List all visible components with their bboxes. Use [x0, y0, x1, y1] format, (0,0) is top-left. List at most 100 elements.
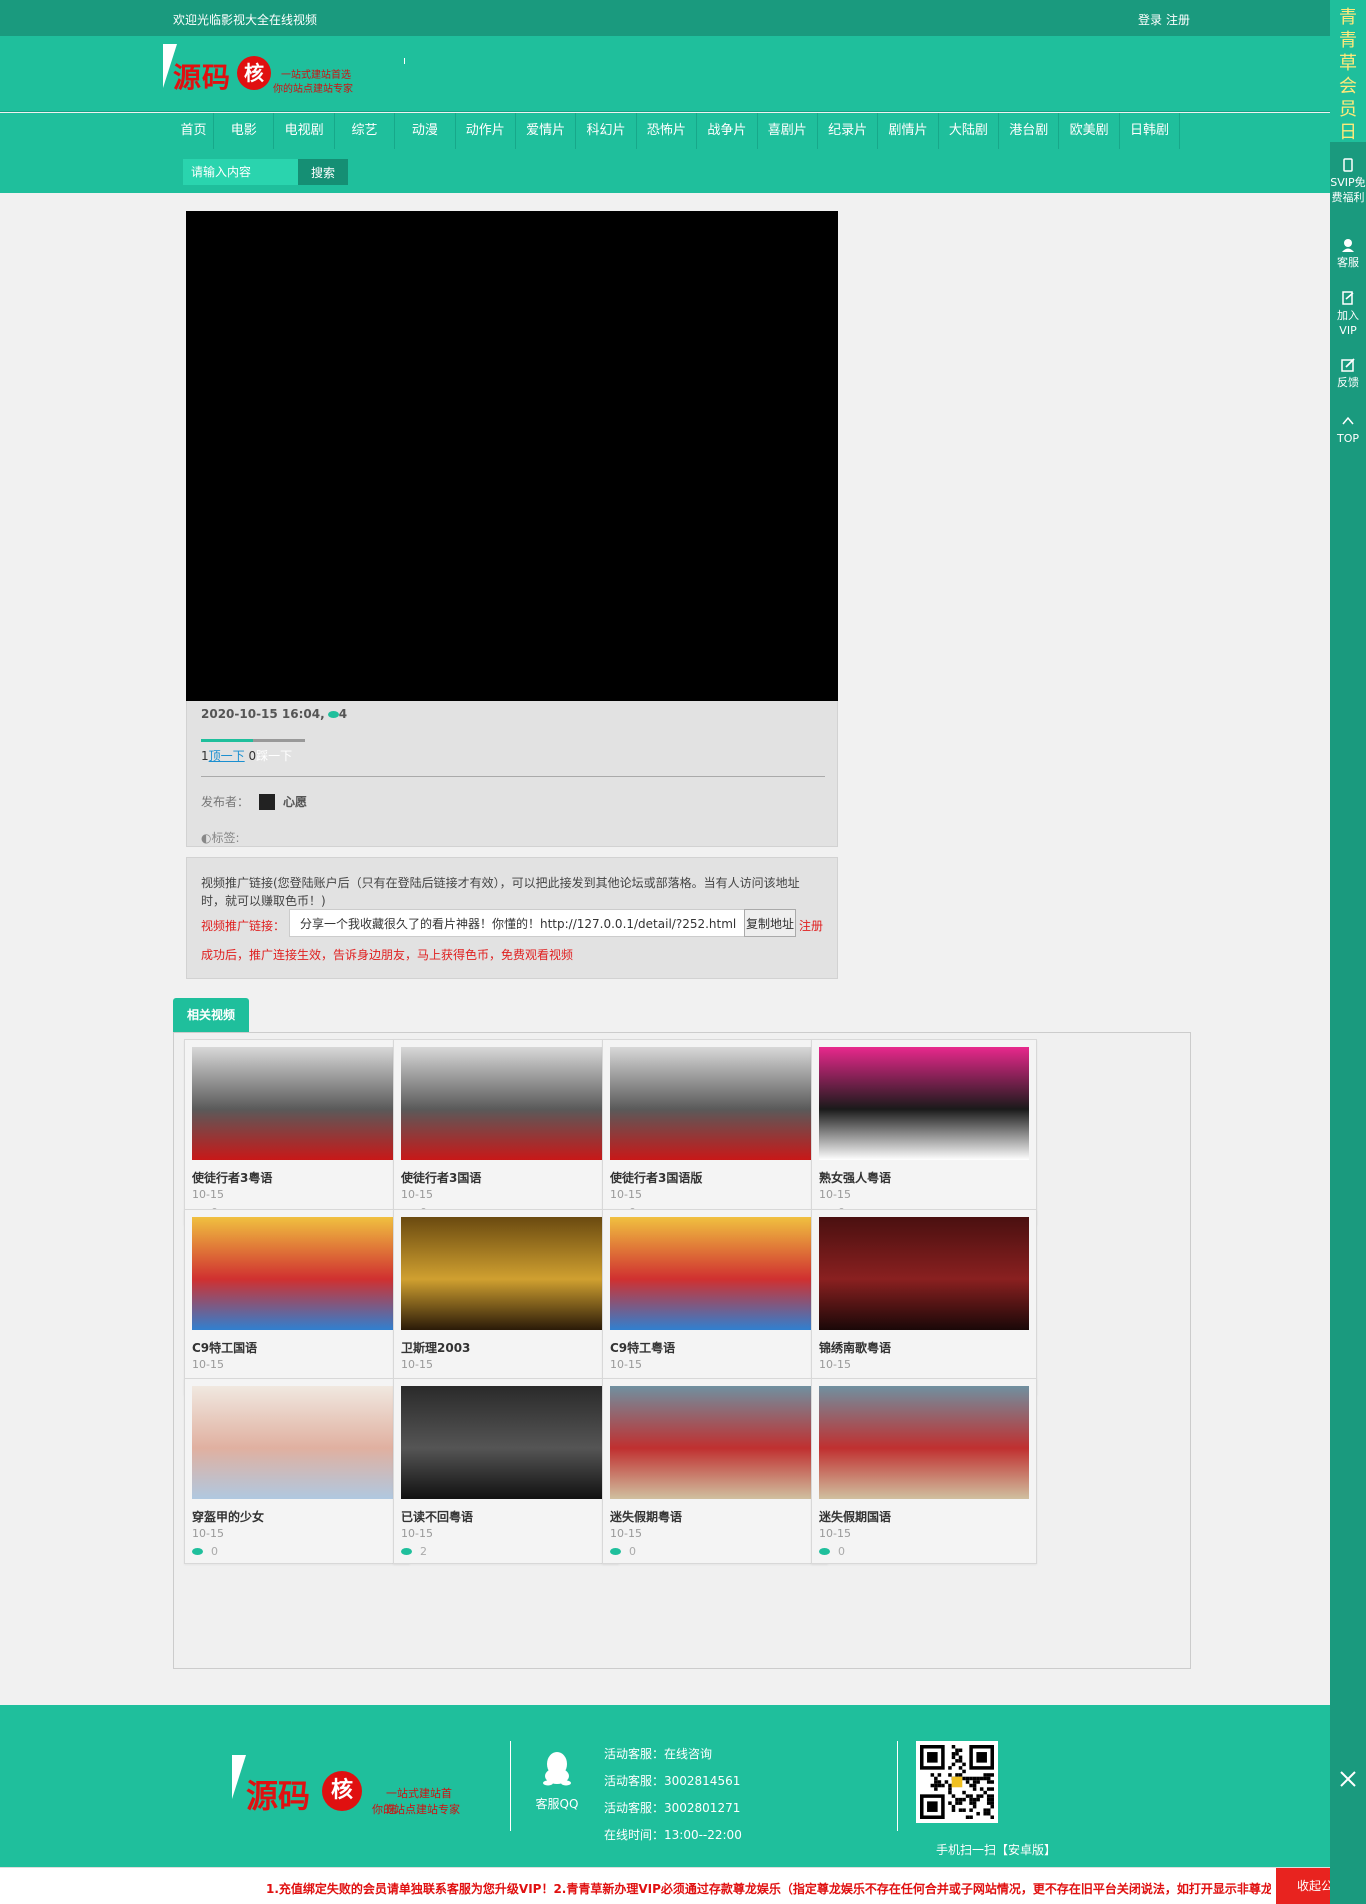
- video-date: 10-15: [819, 1188, 851, 1201]
- sidebar-item-service[interactable]: 客服: [1330, 238, 1366, 270]
- video-thumbnail[interactable]: [401, 1217, 611, 1330]
- video-thumbnail[interactable]: [192, 1047, 402, 1160]
- down-vote-link[interactable]: 踩一下: [256, 749, 292, 763]
- video-card[interactable]: 熟女强人粤语10-150: [811, 1039, 1037, 1225]
- up-count: 1: [201, 749, 209, 763]
- video-thumbnail[interactable]: [192, 1217, 402, 1330]
- nav-item-action[interactable]: 动作片: [456, 113, 516, 149]
- video-card[interactable]: 使徒行者3国语10-150: [393, 1039, 619, 1225]
- video-card[interactable]: C9特工粤语10-150: [602, 1209, 828, 1395]
- video-card[interactable]: 穿盔甲的少女 10-15 0: [184, 1378, 410, 1564]
- nav-item-documentary[interactable]: 纪录片: [818, 113, 879, 149]
- video-date: 10-15: [819, 1358, 851, 1371]
- video-thumbnail[interactable]: [401, 1047, 611, 1160]
- notice-text: 1.充值绑定失败的会员请单独联系客服为您升级VIP！2.青青草新办理VIP必须通…: [266, 1882, 1271, 1896]
- video-thumbnail[interactable]: [192, 1386, 402, 1499]
- promo-register-link[interactable]: 注册: [799, 917, 823, 934]
- video-card[interactable]: 使徒行者3粤语10-150: [184, 1039, 410, 1225]
- views-count: 0: [211, 1545, 218, 1558]
- sidebar-item-feedback[interactable]: 反馈: [1330, 358, 1366, 390]
- video-thumbnail[interactable]: [610, 1386, 820, 1499]
- nav-item-jpkr[interactable]: 日韩剧: [1120, 113, 1181, 149]
- nav-item-horror[interactable]: 恐怖片: [637, 113, 698, 149]
- nav-item-scifi[interactable]: 科幻片: [576, 113, 637, 149]
- search-button[interactable]: 搜索: [298, 159, 348, 185]
- sidebar-item-label: SVIP免费福利: [1330, 176, 1366, 204]
- nav-item-hktw[interactable]: 港台剧: [999, 113, 1060, 149]
- video-date: 10-15: [192, 1527, 224, 1540]
- close-icon[interactable]: [1334, 1765, 1362, 1793]
- feedback-icon: [1341, 358, 1355, 372]
- sidebar-item-svip[interactable]: SVIP免费福利: [1330, 158, 1366, 205]
- nav-item-romance[interactable]: 爱情片: [516, 113, 577, 149]
- video-title[interactable]: 迷失假期国语: [819, 1508, 891, 1525]
- video-title[interactable]: 卫斯理2003: [401, 1339, 470, 1356]
- eye-icon: [192, 1548, 203, 1555]
- video-card[interactable]: 迷失假期国语 10-15 0: [811, 1378, 1037, 1564]
- publisher-name[interactable]: 心愿: [283, 793, 307, 810]
- up-vote-link[interactable]: 顶一下: [209, 749, 245, 763]
- member-day-banner[interactable]: 青 青 草 会 员 日: [1330, 0, 1366, 143]
- eye-icon: [819, 1548, 830, 1555]
- nav-item-tv[interactable]: 电视剧: [274, 113, 335, 149]
- nav-item-war[interactable]: 战争片: [697, 113, 758, 149]
- related-videos-tab[interactable]: 相关视频: [173, 998, 249, 1032]
- video-date: 2020-10-15 16:04,: [201, 707, 325, 721]
- video-thumbnail[interactable]: [610, 1217, 820, 1330]
- vote-row: 1顶一下 0踩一下: [201, 747, 292, 764]
- video-thumbnail[interactable]: [610, 1047, 820, 1160]
- contact-line[interactable]: 活动客服：在线咨询: [604, 1741, 742, 1768]
- video-title[interactable]: 迷失假期粤语: [610, 1508, 682, 1525]
- nav-item-mainland[interactable]: 大陆剧: [939, 113, 1000, 149]
- video-info-panel: 2020-10-15 16:04, 4 1顶一下 0踩一下 发布者： 心愿 ◐标签…: [186, 701, 838, 847]
- video-thumbnail[interactable]: [819, 1386, 1029, 1499]
- nav-item-comedy[interactable]: 喜剧片: [758, 113, 818, 149]
- footer-logo[interactable]: 源码 核 一站式建站首选 你的站点建站专家: [232, 1755, 462, 1816]
- video-title[interactable]: C9特工粤语: [610, 1339, 675, 1356]
- nav-item-variety[interactable]: 综艺: [335, 113, 396, 149]
- register-link[interactable]: 注册: [1166, 13, 1190, 27]
- welcome-text: 欢迎光临影视大全在线视频: [173, 13, 318, 27]
- video-card[interactable]: 已读不回粤语 10-15 2: [393, 1378, 619, 1564]
- video-title[interactable]: C9特工国语: [192, 1339, 257, 1356]
- video-date: 10-15: [192, 1358, 224, 1371]
- video-player[interactable]: [186, 211, 838, 701]
- video-thumbnail[interactable]: [401, 1386, 611, 1499]
- promo-description: 视频推广链接(您登陆账户后（只有在登陆后链接才有效），可以把此接发到其他论坛或部…: [201, 876, 800, 908]
- nav-item-home[interactable]: 首页: [174, 113, 214, 149]
- video-title[interactable]: 使徒行者3国语: [401, 1169, 481, 1186]
- sidebar-item-top[interactable]: TOP: [1330, 414, 1366, 446]
- video-card[interactable]: C9特工国语10-150: [184, 1209, 410, 1395]
- nav-item-drama[interactable]: 剧情片: [878, 113, 939, 149]
- video-title[interactable]: 穿盔甲的少女: [192, 1508, 264, 1525]
- qq-service[interactable]: 客服QQ: [532, 1750, 582, 1812]
- video-thumbnail[interactable]: [819, 1047, 1029, 1160]
- site-logo[interactable]: 源码 核 一站式建站首选 你的站点建站专家: [163, 44, 363, 99]
- share-link-field[interactable]: [289, 909, 745, 937]
- video-card[interactable]: 迷失假期粤语 10-15 0: [602, 1378, 828, 1564]
- video-card[interactable]: 卫斯理200310-150: [393, 1209, 619, 1395]
- search-input[interactable]: [183, 159, 298, 185]
- video-title[interactable]: 使徒行者3国语版: [610, 1169, 702, 1186]
- contact-line: 在线时间：13:00--22:00: [604, 1828, 742, 1842]
- footer-divider: [510, 1741, 511, 1831]
- tags-row: ◐标签:: [201, 829, 240, 846]
- nav-item-anime[interactable]: 动漫: [395, 113, 456, 149]
- nav-item-western[interactable]: 欧美剧: [1059, 113, 1120, 149]
- login-link[interactable]: 登录: [1138, 13, 1162, 27]
- logo-text: 源码: [173, 61, 232, 94]
- video-card[interactable]: 使徒行者3国语版10-150: [602, 1039, 828, 1225]
- video-card[interactable]: 锦绣南歌粤语10-150: [811, 1209, 1037, 1395]
- nav-item-movie[interactable]: 电影: [214, 113, 275, 149]
- video-title[interactable]: 使徒行者3粤语: [192, 1169, 272, 1186]
- footer-logo-circle: 核: [322, 1771, 362, 1811]
- copy-address-button[interactable]: 复制地址: [744, 909, 796, 937]
- video-title[interactable]: 已读不回粤语: [401, 1508, 473, 1525]
- video-title[interactable]: 锦绣南歌粤语: [819, 1339, 891, 1356]
- avatar: [259, 793, 276, 810]
- sidebar-item-join-vip[interactable]: 加入VIP: [1330, 291, 1366, 338]
- video-title[interactable]: 熟女强人粤语: [819, 1169, 891, 1186]
- sidebar-item-label: 加入VIP: [1337, 309, 1359, 337]
- video-thumbnail[interactable]: [819, 1217, 1029, 1330]
- publisher-row: 发布者： 心愿: [201, 793, 307, 810]
